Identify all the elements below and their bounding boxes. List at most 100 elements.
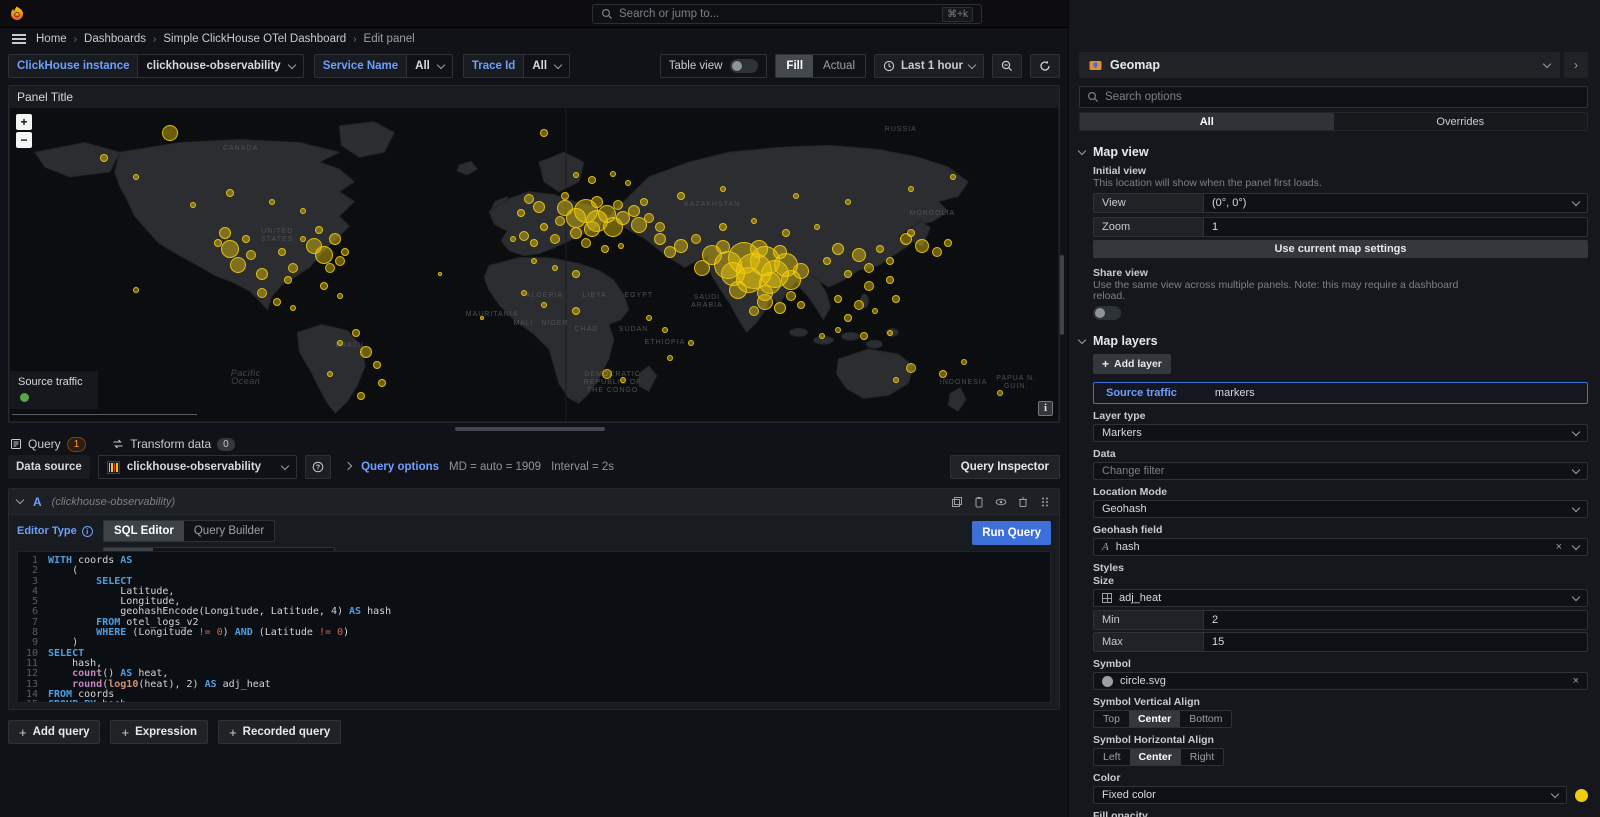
map-marker[interactable] [581,238,591,248]
map-marker[interactable] [662,327,668,333]
query-inspector-button[interactable]: Query Inspector [950,455,1060,479]
map-marker[interactable] [337,340,343,346]
map-marker[interactable] [570,227,582,239]
map-marker[interactable] [273,298,281,306]
collapse-query-icon[interactable] [16,496,24,504]
map-marker[interactable] [572,307,580,315]
map-marker[interactable] [786,291,796,301]
map-layers-section-header[interactable]: Map layers [1079,334,1588,348]
breadcrumb-item[interactable]: Dashboards [84,33,146,45]
map-marker[interactable] [749,306,759,316]
map-marker[interactable] [541,302,547,308]
map-marker[interactable] [315,226,323,234]
panel-title[interactable]: Panel Title [9,86,1059,108]
map-marker[interactable] [352,329,360,337]
map-marker[interactable] [908,186,914,192]
map-marker[interactable] [190,202,196,208]
map-marker[interactable] [677,192,685,200]
map-marker[interactable] [864,263,874,273]
options-tab-all[interactable]: All [1080,113,1334,130]
global-search-input[interactable]: Search or jump to... ⌘+k [592,4,982,24]
map-marker[interactable] [845,199,851,205]
map-marker[interactable] [531,258,537,264]
zoom-input[interactable]: 1 [1203,217,1588,237]
map-zoom-out-button[interactable]: − [16,132,32,148]
horizontal-align-right[interactable]: Right [1181,749,1224,765]
map-marker[interactable] [555,216,565,226]
editor-type-query-builder[interactable]: Query Builder [184,521,274,541]
map-marker[interactable] [521,290,527,296]
map-marker[interactable] [691,234,701,244]
fill-option[interactable]: Fill [776,55,813,77]
location-mode-select[interactable]: Geohash [1093,500,1588,518]
map-marker[interactable] [997,390,1003,396]
map-marker[interactable] [618,243,624,249]
map-marker[interactable] [892,295,900,303]
breadcrumb-item[interactable]: Simple ClickHouse OTel Dashboard [163,33,346,45]
map-marker[interactable] [613,200,623,210]
map-marker[interactable] [540,223,548,231]
variable-value-dropdown[interactable]: clickhouse-observability [137,54,303,78]
size-field-select[interactable]: adj_heat [1093,589,1588,607]
zoom-out-time-button[interactable] [992,54,1022,78]
map-marker[interactable] [720,186,726,192]
map-marker[interactable] [290,305,296,311]
map-marker[interactable] [688,340,694,346]
map-marker[interactable] [315,246,333,264]
options-tab-overrides[interactable]: Overrides [1334,113,1588,130]
map-view-section-header[interactable]: Map view [1079,145,1588,159]
map-canvas[interactable]: RUSSIACANADAUNITED STATESBRAZILKAZAKHSTA… [10,108,1058,421]
query-card-header[interactable]: A (clickhouse-observability) [9,489,1059,515]
menu-hamburger-icon[interactable] [12,34,26,44]
layer-name[interactable]: Source traffic [1106,387,1177,399]
geohash-field-select[interactable]: Ahash× [1093,538,1588,556]
map-marker[interactable] [550,234,560,244]
map-marker[interactable] [320,282,328,290]
table-view-toggle[interactable]: Table view [660,54,768,78]
map-marker[interactable] [329,233,341,245]
add-layer-button[interactable]: +Add layer [1093,354,1171,374]
map-marker[interactable] [602,369,612,379]
collapse-options-button[interactable]: › [1564,52,1588,78]
map-marker[interactable] [893,377,899,383]
datasource-picker[interactable]: clickhouse-observability [98,455,297,479]
recorded-query-button[interactable]: +Recorded query [218,720,341,744]
map-marker[interactable] [517,209,525,217]
map-marker[interactable] [774,302,786,314]
map-marker[interactable] [950,174,956,180]
map-marker[interactable] [852,248,866,262]
map-zoom-in-button[interactable]: + [16,114,32,130]
map-marker[interactable] [573,172,579,178]
geomap-panel[interactable]: Panel Title [8,85,1060,423]
map-marker[interactable] [284,276,292,284]
map-marker[interactable] [887,330,893,336]
map-marker[interactable] [327,371,333,377]
map-marker[interactable] [480,316,484,320]
map-marker[interactable] [601,245,609,253]
delete-query-trash-icon[interactable] [1017,496,1029,508]
map-marker[interactable] [588,176,596,184]
map-marker[interactable] [793,263,809,279]
layer-item[interactable]: Source traffic markers [1093,382,1588,404]
panel-resize-handle[interactable] [455,427,605,431]
table-view-switch[interactable] [730,59,758,73]
map-marker[interactable] [814,224,820,230]
map-marker[interactable] [932,247,942,257]
map-marker[interactable] [530,239,538,247]
color-select[interactable]: Fixed color [1093,786,1567,804]
map-marker[interactable] [872,308,878,314]
data-filter-select[interactable]: Change filter [1093,462,1588,480]
refresh-button[interactable] [1030,54,1060,78]
tab-query[interactable]: Query1 [8,432,88,456]
clear-icon[interactable]: × [1556,541,1562,553]
map-marker[interactable] [335,256,345,266]
max-input[interactable]: 15 [1203,632,1588,652]
share-view-switch[interactable] [1093,306,1121,320]
min-input[interactable]: 2 [1203,610,1588,630]
visualization-picker[interactable]: Geomap [1079,52,1560,78]
symbol-select[interactable]: circle.svg× [1093,672,1588,690]
map-marker[interactable] [944,239,952,247]
query-options-link[interactable]: Query options [361,461,439,473]
map-marker[interactable] [886,276,894,284]
map-marker[interactable] [844,314,852,322]
